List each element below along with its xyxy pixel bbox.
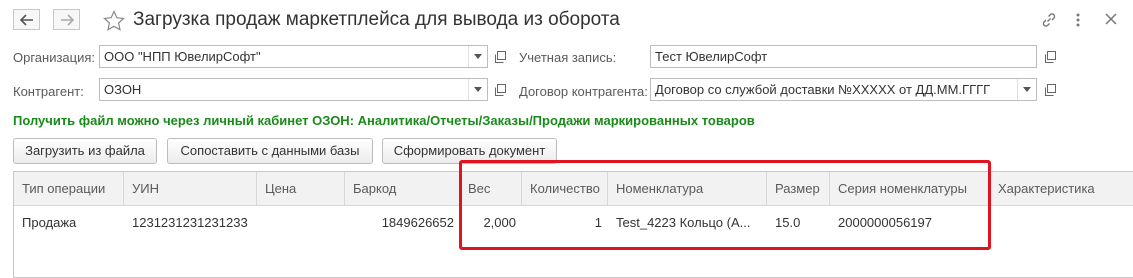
chevron-down-icon	[474, 54, 482, 59]
account-value: Тест ЮвелирСофт	[655, 49, 768, 64]
chevron-down-icon	[474, 87, 482, 92]
counterparty-dropdown-button[interactable]	[468, 79, 487, 100]
counterparty-value: ОЗОН	[104, 82, 142, 97]
counterparty-field[interactable]: ОЗОН	[99, 78, 488, 101]
organization-field[interactable]: ООО "НПП ЮвелирСофт"	[99, 45, 488, 68]
arrow-left-icon	[19, 13, 33, 26]
organization-open-button[interactable]	[489, 45, 511, 68]
more-button[interactable]	[1075, 12, 1081, 31]
column-characteristic[interactable]: Характеристика	[990, 172, 1133, 205]
back-button[interactable]	[13, 9, 40, 30]
counterparty-open-button[interactable]	[489, 78, 511, 101]
star-icon	[103, 10, 125, 31]
match-with-database-button[interactable]: Сопоставить с данными базы	[167, 138, 373, 164]
counterparty-label: Контрагент:	[13, 84, 84, 99]
organization-label: Организация:	[13, 50, 96, 65]
contract-label: Договор контрагента:	[519, 84, 648, 99]
link-button[interactable]	[1041, 12, 1057, 31]
account-open-button[interactable]	[1039, 45, 1061, 68]
open-icon	[1045, 83, 1056, 96]
column-operation-type[interactable]: Тип операции	[14, 172, 124, 205]
organization-value: ООО "НПП ЮвелирСофт"	[104, 49, 261, 64]
chevron-down-icon	[1023, 87, 1031, 92]
contract-open-button[interactable]	[1039, 78, 1061, 101]
open-icon	[1045, 50, 1056, 63]
column-uin[interactable]: УИН	[124, 172, 257, 205]
cell-barcode: 1849626652	[381, 215, 454, 230]
open-icon	[495, 50, 506, 63]
cell-price	[257, 206, 345, 239]
highlight-box	[459, 160, 991, 250]
forward-button[interactable]	[53, 9, 80, 30]
account-label: Учетная запись:	[519, 50, 617, 65]
load-from-file-button[interactable]: Загрузить из файла	[13, 138, 157, 164]
contract-value: Договор со службой доставки №XXXXX от ДД…	[655, 82, 991, 97]
cell-characteristic	[990, 206, 1133, 239]
organization-dropdown-button[interactable]	[468, 46, 487, 67]
link-icon	[1042, 13, 1056, 27]
open-icon	[495, 83, 506, 96]
column-price[interactable]: Цена	[257, 172, 345, 205]
page-title: Загрузка продаж маркетплейса для вывода …	[133, 9, 620, 30]
column-barcode[interactable]: Баркод	[345, 172, 460, 205]
arrow-right-icon	[60, 13, 74, 26]
cell-uin: 1231231231231233	[132, 215, 248, 230]
ozon-file-hint: Получить файл можно через личный кабинет…	[13, 113, 755, 128]
close-icon	[1105, 13, 1117, 25]
contract-field[interactable]: Договор со службой доставки №XXXXX от ДД…	[650, 78, 1037, 101]
more-vertical-icon	[1076, 13, 1080, 27]
contract-dropdown-button[interactable]	[1017, 79, 1036, 100]
cell-operation-type: Продажа	[22, 215, 77, 230]
account-field[interactable]: Тест ЮвелирСофт	[650, 45, 1037, 68]
favorite-button[interactable]	[103, 10, 125, 34]
close-button[interactable]	[1104, 12, 1118, 29]
